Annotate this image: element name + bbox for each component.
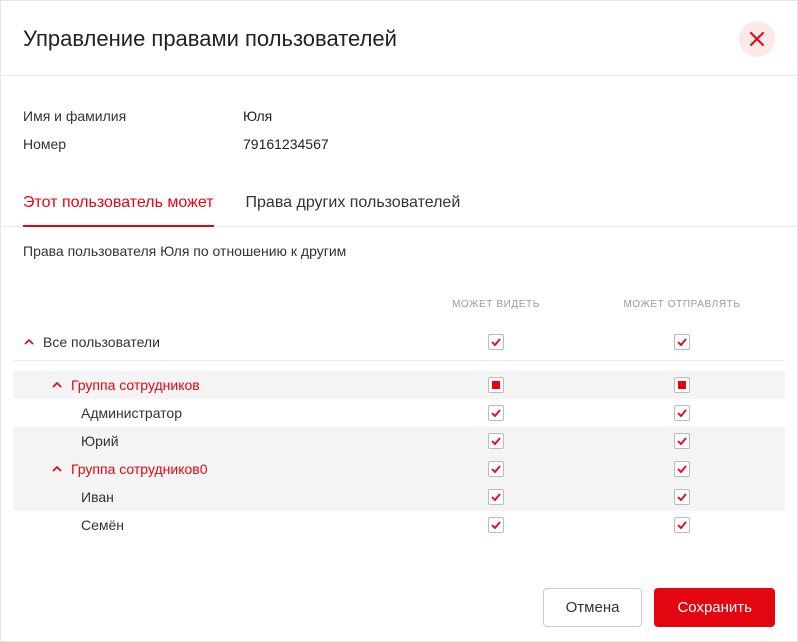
group1-label: Группа сотрудников bbox=[71, 377, 200, 393]
close-button[interactable] bbox=[739, 21, 775, 57]
checkbox-admin-see[interactable] bbox=[488, 405, 504, 421]
row-group-2: Группа сотрудников0 bbox=[13, 455, 785, 483]
dialog-title: Управление правами пользователей bbox=[23, 26, 397, 52]
chevron-up-icon[interactable] bbox=[51, 463, 63, 475]
row-group-1: Группа сотрудников bbox=[13, 371, 785, 399]
checkbox-ivan-send[interactable] bbox=[674, 489, 690, 505]
number-value: 79161234567 bbox=[243, 136, 329, 152]
group2-label: Группа сотрудников0 bbox=[71, 461, 208, 477]
row-admin: Администратор bbox=[13, 399, 785, 427]
checkbox-yuri-see[interactable] bbox=[488, 433, 504, 449]
name-value: Юля bbox=[243, 108, 272, 124]
row-ivan: Иван bbox=[13, 483, 785, 511]
row-yuri: Юрий bbox=[13, 427, 785, 455]
checkbox-all-send[interactable] bbox=[674, 334, 690, 350]
subtitle-text: Права пользователя Юля по отношению к др… bbox=[1, 227, 797, 267]
checkbox-group2-see[interactable] bbox=[488, 461, 504, 477]
name-label: Имя и фамилия bbox=[23, 108, 243, 124]
row-all-users: Все пользователи bbox=[13, 324, 785, 361]
checkbox-admin-send[interactable] bbox=[674, 405, 690, 421]
ivan-label: Иван bbox=[81, 489, 114, 505]
column-can-see: МОЖЕТ ВИДЕТЬ bbox=[403, 299, 589, 310]
chevron-up-icon[interactable] bbox=[23, 336, 35, 348]
tab-user-can[interactable]: Этот пользователь может bbox=[23, 194, 214, 226]
checkbox-yuri-send[interactable] bbox=[674, 433, 690, 449]
cancel-button[interactable]: Отмена bbox=[543, 588, 643, 627]
checkbox-semen-send[interactable] bbox=[674, 517, 690, 533]
yuri-label: Юрий bbox=[81, 433, 119, 449]
close-icon bbox=[750, 32, 764, 46]
admin-label: Администратор bbox=[81, 405, 182, 421]
chevron-up-icon[interactable] bbox=[51, 379, 63, 391]
all-users-label: Все пользователи bbox=[43, 334, 160, 350]
checkbox-group1-see[interactable] bbox=[488, 377, 504, 393]
checkbox-ivan-see[interactable] bbox=[488, 489, 504, 505]
number-label: Номер bbox=[23, 136, 243, 152]
column-can-send: МОЖЕТ ОТПРАВЛЯТЬ bbox=[589, 299, 775, 310]
checkbox-group1-send[interactable] bbox=[674, 377, 690, 393]
save-button[interactable]: Сохранить bbox=[654, 588, 775, 627]
checkbox-group2-send[interactable] bbox=[674, 461, 690, 477]
tab-others-rights[interactable]: Права других пользователей bbox=[246, 194, 461, 226]
checkbox-semen-see[interactable] bbox=[488, 517, 504, 533]
semen-label: Семён bbox=[81, 517, 124, 533]
row-semen: Семён bbox=[13, 511, 785, 539]
checkbox-all-see[interactable] bbox=[488, 334, 504, 350]
